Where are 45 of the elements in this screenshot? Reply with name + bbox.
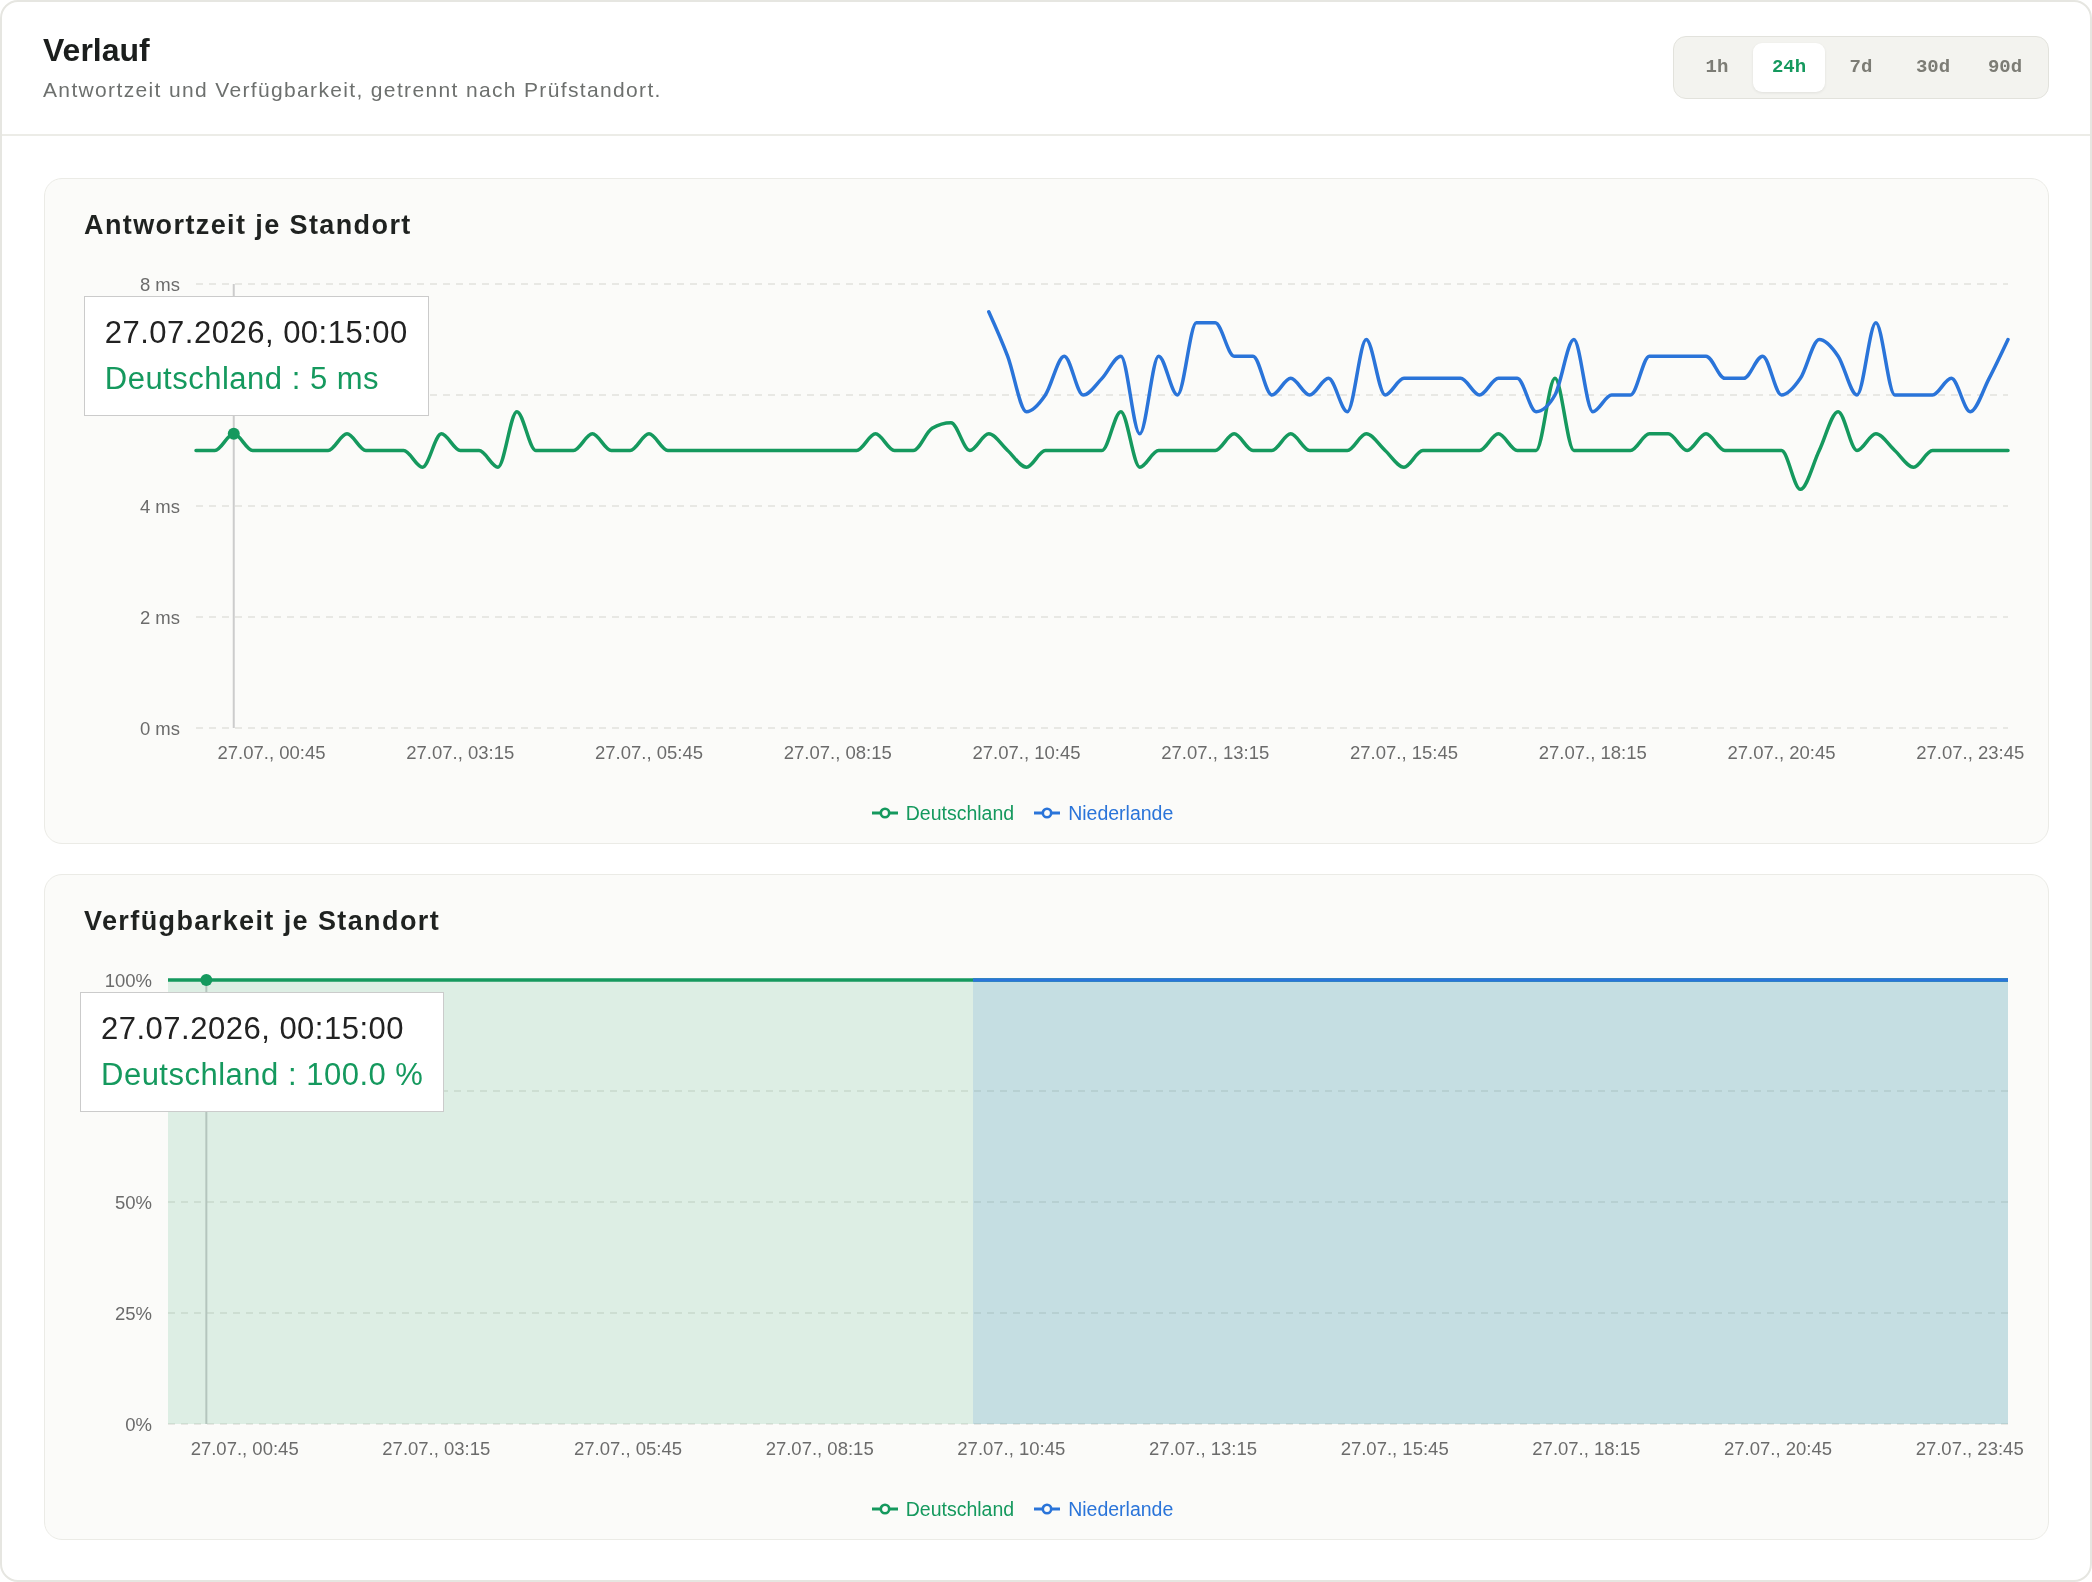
x-axis-label: 27.07., 10:45 <box>972 741 1081 763</box>
chart-title: Verfügbarkeit je Standort <box>84 905 441 937</box>
x-axis-label: 27.07., 13:15 <box>1161 741 1270 763</box>
legend-label: Niederlande <box>1068 801 1174 825</box>
x-axis-label: 27.07., 00:45 <box>217 741 326 763</box>
y-axis-label: 2 ms <box>139 606 180 628</box>
y-axis-label: 100% <box>104 969 152 991</box>
legend-label: Deutschland <box>905 801 1015 825</box>
x-axis-label: 27.07., 23:45 <box>1915 1437 2024 1459</box>
x-axis-label: 27.07., 18:15 <box>1532 1437 1641 1459</box>
tooltip-value: Deutschland : 100.0 % <box>101 1056 424 1094</box>
legend-label: Deutschland <box>905 1497 1015 1521</box>
x-axis-label: 27.07., 05:45 <box>595 741 703 763</box>
tooltip-title: 27.07.2026, 00:15:00 <box>104 314 408 352</box>
x-axis-label: 27.07., 13:15 <box>1149 1437 1257 1459</box>
chart-title: Antwortzeit je Standort <box>84 209 412 241</box>
range-tab[interactable]: 30d <box>1897 42 1969 92</box>
x-axis-label: 27.07., 08:15 <box>765 1437 874 1459</box>
x-axis-label: 27.07., 00:45 <box>190 1437 299 1459</box>
x-axis-label: 27.07., 20:45 <box>1727 741 1836 763</box>
x-axis-label: 27.07., 05:45 <box>574 1437 682 1459</box>
tooltip-title: 27.07.2026, 00:15:00 <box>101 1010 406 1048</box>
range-tab[interactable]: 24h <box>1753 42 1825 92</box>
y-axis-label: 0% <box>125 1413 152 1435</box>
x-axis-label: 27.07., 15:45 <box>1340 1437 1449 1459</box>
page-title: Verlauf <box>43 31 150 69</box>
x-axis-label: 27.07., 03:15 <box>382 1437 491 1459</box>
y-axis-label: 25% <box>114 1302 152 1324</box>
page-subtitle: Antwortzeit und Verfügbarkeit, getrennt nach Prüfstandort. <box>43 77 662 103</box>
range-tab[interactable]: 90d <box>1969 42 2041 92</box>
y-axis-label: 8 ms <box>139 273 180 295</box>
range-tab[interactable]: 7d <box>1825 42 1897 92</box>
x-axis-label: 27.07., 18:15 <box>1538 741 1647 763</box>
y-axis-label: 50% <box>114 1191 152 1213</box>
legend-label: Niederlande <box>1068 1497 1174 1521</box>
range-tab[interactable]: 1h <box>1681 42 1753 92</box>
x-axis-label: 27.07., 03:15 <box>406 741 515 763</box>
tooltip-value: Deutschland : 5 ms <box>104 360 381 398</box>
y-axis-label: 0 ms <box>139 717 180 739</box>
x-axis-label: 27.07., 23:45 <box>1916 741 2025 763</box>
x-axis-label: 27.07., 15:45 <box>1350 741 1458 763</box>
x-axis-label: 27.07., 20:45 <box>1724 1437 1832 1459</box>
x-axis-label: 27.07., 08:15 <box>783 741 892 763</box>
y-axis-label: 4 ms <box>139 495 180 517</box>
x-axis-label: 27.07., 10:45 <box>957 1437 1066 1459</box>
